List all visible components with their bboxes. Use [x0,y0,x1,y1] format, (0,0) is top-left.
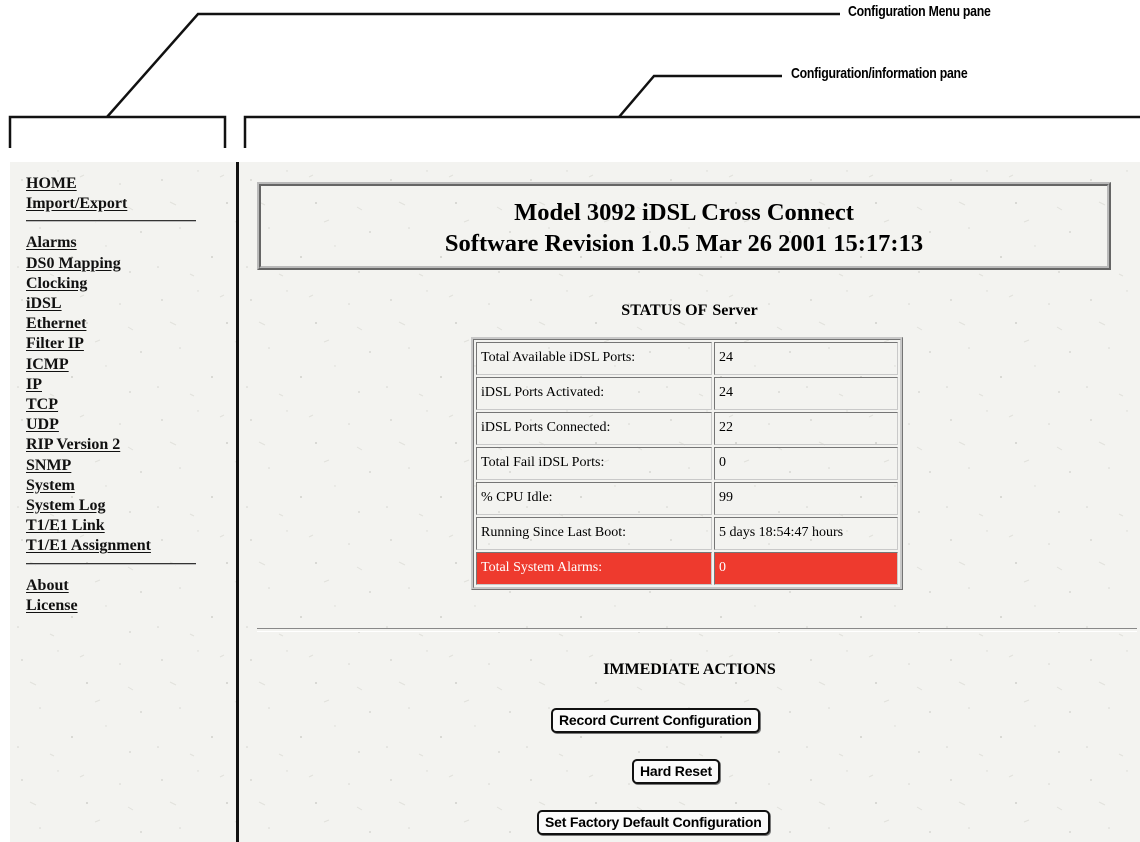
menu-link-snmp[interactable]: SNMP [26,456,196,476]
status-heading: STATUS OF Server [239,302,1140,320]
alarm-row: Total System Alarms: 0 [476,552,898,585]
menu-link-idsl[interactable]: iDSL [26,294,196,314]
menu-link-icmp[interactable]: ICMP [26,355,196,375]
horizontal-rule [257,628,1137,632]
status-label: iDSL Ports Connected: [476,412,712,445]
menu-link-clocking[interactable]: Clocking [26,274,196,294]
status-value: 22 [714,412,898,445]
status-label: Running Since Last Boot: [476,517,712,550]
status-heading-label: STATUS OF [621,302,708,319]
record-configuration-button[interactable]: Record Current Configuration [551,708,760,733]
menu-link-alarms[interactable]: Alarms [26,233,196,253]
hard-reset-button[interactable]: Hard Reset [632,759,720,784]
status-value: 5 days 18:54:47 hours [714,517,898,550]
info-pane-callout-label: Configuration/information pane [791,65,968,82]
status-value: 99 [714,482,898,515]
page-title: Model 3092 iDSL Cross Connect [514,199,854,226]
menu-link-system-log[interactable]: System Log [26,496,196,516]
factory-default-button[interactable]: Set Factory Default Configuration [537,810,770,835]
menu-separator [26,220,196,222]
status-table: Total Available iDSL Ports: 24 iDSL Port… [471,337,903,590]
menu-link-filter-ip[interactable]: Filter IP [26,334,196,354]
status-value: 0 [714,447,898,480]
status-value: 24 [714,377,898,410]
table-row: % CPU Idle: 99 [476,482,898,515]
menu-link-about[interactable]: About [26,576,196,596]
status-label: % CPU Idle: [476,482,712,515]
menu-link-rip-version-2[interactable]: RIP Version 2 [26,435,196,455]
menu-link-t1e1-assignment[interactable]: T1/E1 Assignment [26,536,196,556]
menu-pane-callout-label: Configuration Menu pane [848,3,991,20]
menu-link-import-export[interactable]: Import/Export [26,194,196,214]
table-row: iDSL Ports Activated: 24 [476,377,898,410]
menu-separator [26,562,196,564]
menu-link-tcp[interactable]: TCP [26,395,196,415]
software-revision: Software Revision 1.0.5 Mar 26 2001 15:1… [444,230,924,257]
status-label: Total Fail iDSL Ports: [476,447,712,480]
menu-link-system[interactable]: System [26,476,196,496]
status-value: 0 [714,552,898,585]
callout-annotations: Configuration Menu pane Configuration/in… [0,0,1140,160]
status-value: 24 [714,342,898,375]
table-row: iDSL Ports Connected: 22 [476,412,898,445]
menu-link-t1e1-link[interactable]: T1/E1 Link [26,516,196,536]
menu-link-ethernet[interactable]: Ethernet [26,314,196,334]
status-label: Total System Alarms: [476,552,712,585]
status-label: Total Available iDSL Ports: [476,342,712,375]
table-row: Total Fail iDSL Ports: 0 [476,447,898,480]
table-row: Total Available iDSL Ports: 24 [476,342,898,375]
status-label: iDSL Ports Activated: [476,377,712,410]
page-title-box: Model 3092 iDSL Cross Connect Software R… [257,182,1111,270]
callout-lines [8,12,1140,148]
menu-link-ip[interactable]: IP [26,375,196,395]
menu-link-home[interactable]: HOME [26,174,196,194]
table-row: Running Since Last Boot: 5 days 18:54:47… [476,517,898,550]
configuration-menu-pane: HOME Import/Export Alarms DS0 Mapping Cl… [10,162,236,842]
menu-list: HOME Import/Export Alarms DS0 Mapping Cl… [26,174,196,616]
status-server-name: Server [712,302,758,319]
menu-link-udp[interactable]: UDP [26,415,196,435]
configuration-information-pane: Model 3092 iDSL Cross Connect Software R… [239,162,1140,842]
menu-link-license[interactable]: License [26,596,196,616]
immediate-actions-heading: IMMEDIATE ACTIONS [603,661,776,678]
menu-link-ds0-mapping[interactable]: DS0 Mapping [26,254,196,274]
